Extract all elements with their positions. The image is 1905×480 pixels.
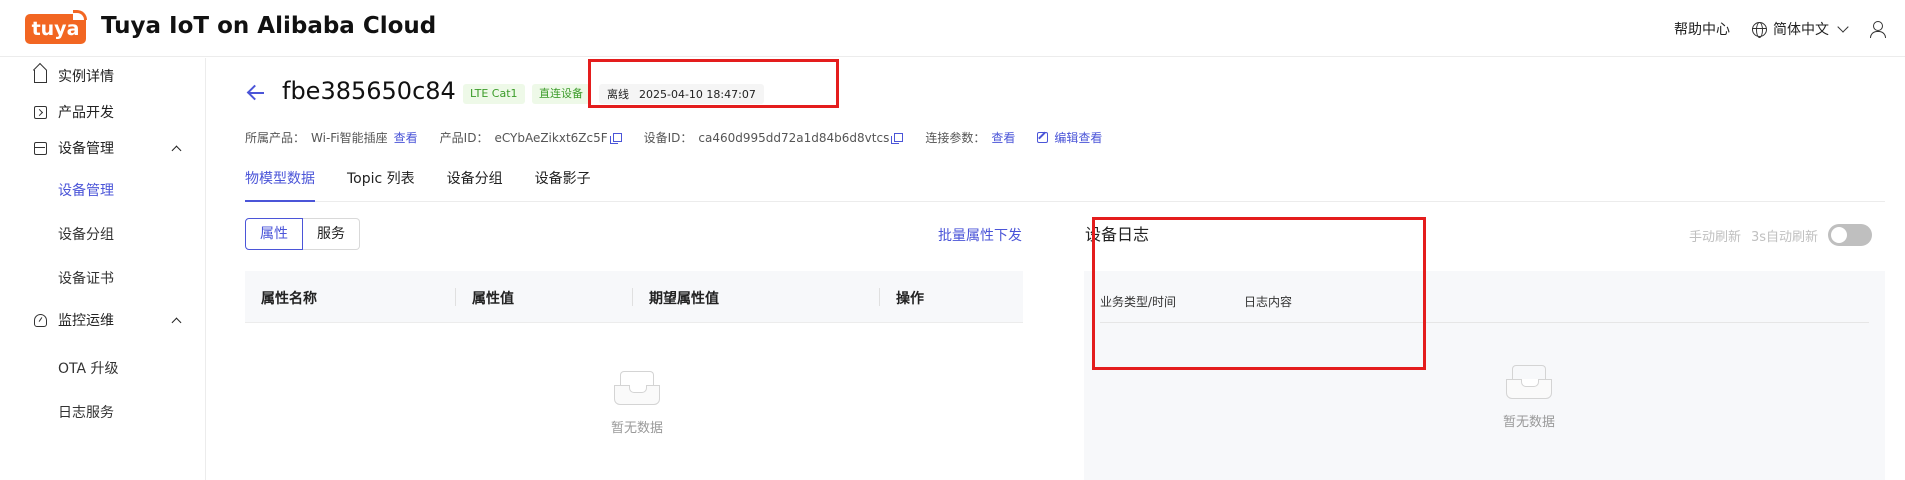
product-view-link[interactable]: 查看: [394, 129, 418, 146]
main-content: fbe385650c84 LTE Cat1 直连设备 离线 2025-04-10…: [207, 58, 1905, 480]
sidebar-item-label: 产品开发: [58, 105, 114, 121]
connection-type-tag: 直连设备: [532, 84, 590, 104]
conn-params-view-link[interactable]: 查看: [991, 129, 1015, 146]
tuya-logo[interactable]: tuya: [25, 10, 87, 44]
language-selector[interactable]: 简体中文: [1752, 19, 1849, 39]
chevron-up-icon: [171, 317, 182, 327]
monitor-icon: [34, 313, 47, 327]
product-id-key: 产品ID：: [439, 131, 489, 145]
sidebar-subitem-label: 日志服务: [58, 405, 114, 421]
sidebar-item-label: 监控运维: [58, 313, 114, 329]
product-id-value: eCYbAeZikxt6Zc5F: [494, 130, 608, 145]
annotation-box-status: [588, 59, 839, 108]
column-header: 属性值: [472, 291, 514, 307]
device-id-key: 设备ID：: [643, 131, 693, 145]
tab-device-groups[interactable]: 设备分组: [447, 162, 503, 202]
top-right-actions: 帮助中心 简体中文: [1674, 19, 1886, 39]
product-value: Wi-Fi智能插座: [311, 131, 388, 145]
column-header: 期望属性值: [649, 291, 719, 307]
sidebar-item-product-dev[interactable]: 产品开发: [0, 94, 206, 130]
sidebar-subitem-device-groups[interactable]: 设备分组: [0, 216, 206, 252]
user-icon[interactable]: [1869, 21, 1886, 38]
auto-refresh-label: 3s自动刷新: [1751, 229, 1819, 245]
column-divider: [879, 288, 880, 306]
sidebar-subitem-label: 设备证书: [58, 271, 114, 287]
annotation-box-log: [1092, 217, 1426, 370]
empty-text: 暂无数据: [1502, 415, 1555, 430]
sidebar-item-label: 实例详情: [58, 69, 114, 85]
batch-property-send-link[interactable]: 批量属性下发: [938, 225, 1022, 245]
edit-view-link[interactable]: 编辑查看: [1054, 129, 1102, 146]
sidebar: 实例详情 产品开发 设备管理 设备管理 设备分组 设备证书 监控运维 OTA 升…: [0, 58, 206, 480]
sidebar-item-monitoring[interactable]: 监控运维: [0, 302, 206, 338]
device-meta-row: 所属产品： Wi-Fi智能插座 查看 产品ID： eCYbAeZikxt6Zc5…: [245, 129, 1102, 146]
auto-refresh-toggle[interactable]: [1828, 224, 1873, 246]
detail-tabs: 物模型数据 Topic 列表 设备分组 设备影子: [245, 162, 1885, 202]
segment-properties[interactable]: 属性: [245, 218, 303, 250]
tab-topic-list[interactable]: Topic 列表: [347, 162, 415, 202]
logo-text: tuya: [31, 18, 80, 40]
app-title: Tuya IoT on Alibaba Cloud: [101, 13, 437, 39]
column-header: 属性名称: [261, 291, 317, 307]
product-key: 所属产品：: [245, 131, 306, 145]
edit-icon[interactable]: [1037, 132, 1049, 143]
tab-thing-model-data[interactable]: 物模型数据: [245, 162, 315, 202]
logo-wave-icon: [73, 10, 87, 20]
column-header: 操作: [896, 291, 924, 307]
help-center-link[interactable]: 帮助中心: [1674, 19, 1730, 39]
sidebar-subitem-label: 设备管理: [58, 183, 114, 199]
copy-icon[interactable]: [891, 133, 904, 144]
property-service-toggle: 属性 服务: [245, 218, 360, 250]
product-icon: [34, 105, 47, 119]
sidebar-subitem-ota[interactable]: OTA 升级: [0, 350, 206, 386]
log-empty-state: 暂无数据: [1491, 365, 1567, 430]
sidebar-subitem-label: OTA 升级: [58, 361, 119, 377]
sidebar-item-label: 设备管理: [58, 141, 114, 157]
chevron-down-icon: [1837, 21, 1849, 33]
globe-icon: [1752, 21, 1767, 38]
property-table-header: 属性名称 属性值 期望属性值 操作: [245, 271, 1023, 323]
language-label: 简体中文: [1773, 22, 1829, 38]
sidebar-item-instance-details[interactable]: 实例详情: [0, 58, 206, 94]
empty-text: 暂无数据: [610, 421, 663, 436]
segment-services[interactable]: 服务: [303, 218, 360, 250]
top-bar: tuya Tuya IoT on Alibaba Cloud 帮助中心 简体中文: [0, 0, 1905, 57]
log-refresh-controls: 手动刷新 3s自动刷新: [1689, 224, 1873, 246]
network-tag: LTE Cat1: [463, 84, 525, 104]
sidebar-subitem-device-certs[interactable]: 设备证书: [0, 260, 206, 296]
chevron-up-icon: [171, 145, 182, 155]
empty-inbox-icon: [614, 371, 660, 407]
home-icon: [34, 69, 47, 83]
sidebar-subitem-log-service[interactable]: 日志服务: [0, 394, 206, 430]
copy-icon[interactable]: [609, 133, 622, 144]
column-divider: [455, 288, 456, 306]
device-id-value: ca460d995dd72a1d84b6d8vtcs: [698, 130, 890, 145]
tab-device-shadow[interactable]: 设备影子: [535, 162, 591, 202]
column-divider: [632, 288, 633, 306]
manual-refresh-button[interactable]: 手动刷新: [1689, 226, 1741, 245]
sidebar-subitem-label: 设备分组: [58, 227, 114, 243]
sidebar-subitem-device-management[interactable]: 设备管理: [0, 172, 206, 208]
conn-params-key: 连接参数：: [925, 131, 986, 145]
sidebar-item-device-management[interactable]: 设备管理: [0, 130, 206, 166]
device-grid-icon: [34, 141, 47, 155]
back-arrow-icon[interactable]: [246, 83, 266, 103]
empty-inbox-icon: [1506, 365, 1552, 401]
property-table-empty-state: 暂无数据: [602, 371, 672, 436]
device-name: fbe385650c84: [282, 77, 456, 105]
